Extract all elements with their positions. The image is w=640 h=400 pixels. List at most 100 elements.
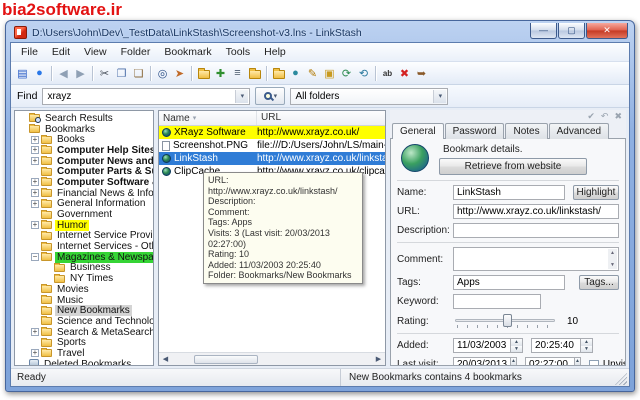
tree-item-general-information[interactable]: + General Information — [17, 198, 153, 209]
expander-icon[interactable]: + — [31, 199, 39, 208]
tree-item-search-metasearch[interactable]: + Search & MetaSearch — [17, 327, 153, 338]
expander-icon[interactable]: + — [31, 157, 39, 166]
titlebar[interactable]: D:\Users\John\Dev\_TestData\LinkStash\Sc… — [10, 21, 630, 42]
tree-item-ny-times[interactable]: NY Times — [17, 273, 153, 284]
tree-item-sports[interactable]: Sports — [17, 337, 153, 348]
menu-view[interactable]: View — [78, 44, 113, 60]
slider-thumb[interactable] — [503, 314, 512, 327]
tree-item-business[interactable]: Business — [17, 262, 153, 273]
validate-names-icon[interactable]: ab — [379, 64, 396, 82]
menu-folder[interactable]: Folder — [115, 44, 157, 60]
expander-icon[interactable]: + — [31, 189, 39, 198]
tree-item-magazines[interactable]: −Magazines & Newspapers online — [17, 251, 153, 263]
comment-scrollbar[interactable]: ▲ ▼ — [608, 249, 617, 269]
menu-edit[interactable]: Edit — [46, 44, 76, 60]
column-header-url[interactable]: URL — [257, 111, 385, 125]
menu-tools[interactable]: Tools — [220, 44, 257, 60]
expander-icon[interactable]: + — [31, 135, 39, 144]
browser-globe-icon[interactable]: ● — [287, 64, 304, 82]
unvisited-checkbox[interactable] — [588, 359, 599, 365]
scroll-left-icon[interactable]: ◀ — [159, 355, 172, 363]
tree-item-music[interactable]: Music — [17, 295, 153, 306]
tree-item-internet-services-other[interactable]: Internet Services - Other — [17, 241, 153, 252]
tree-item-computer-parts[interactable]: Computer Parts & Supplies — [17, 166, 153, 177]
back-icon[interactable]: ◀ — [55, 64, 72, 82]
help-ball-icon[interactable]: ● — [31, 64, 48, 82]
column-header-name[interactable]: Name ▾ — [159, 111, 257, 125]
forward-icon[interactable]: ▶ — [72, 64, 89, 82]
last-visit-time-spinner[interactable]: ▲▼ — [574, 357, 581, 365]
tags-field[interactable] — [453, 275, 565, 290]
find-input[interactable]: xrayz ▾ — [42, 87, 251, 105]
tree-item-isp[interactable]: Internet Service Providers — [17, 230, 153, 241]
paste-icon[interactable]: ❏ — [130, 64, 147, 82]
apply-check-icon[interactable]: ✔ — [587, 111, 595, 122]
tab-advanced[interactable]: Advanced — [548, 123, 610, 139]
tab-password[interactable]: Password — [444, 123, 505, 139]
tab-general[interactable]: General — [392, 123, 444, 139]
pin-icon[interactable]: ➤ — [171, 64, 188, 82]
scrollbar-thumb[interactable] — [194, 354, 258, 364]
export-package-icon[interactable]: ▣ — [321, 64, 338, 82]
expander-icon[interactable]: + — [31, 328, 39, 337]
rating-slider[interactable] — [455, 313, 555, 329]
resize-grip[interactable] — [615, 373, 627, 385]
list-row-xrayz[interactable]: XRayz Software http://www.xrayz.co.uk/ — [159, 126, 385, 139]
folder-options-icon[interactable] — [246, 64, 263, 82]
retrieve-from-website-button[interactable]: Retrieve from website — [439, 158, 587, 175]
exit-icon[interactable]: ➥ — [413, 64, 430, 82]
description-field[interactable] — [453, 223, 619, 238]
tree-item-new-bookmarks[interactable]: New Bookmarks — [17, 305, 153, 317]
tree-item-science-technology[interactable]: Science and Technology — [17, 316, 153, 327]
horizontal-scrollbar[interactable]: ◀ ▶ — [159, 352, 385, 365]
list-row-screenshot[interactable]: Screenshot.PNG file:///D:/Users/John/LS/… — [159, 139, 385, 152]
tree-item-computer-software[interactable]: +Computer Software & Freeware — [17, 177, 153, 188]
new-folder-icon[interactable] — [195, 64, 212, 82]
added-date-field[interactable] — [453, 338, 511, 353]
tree-item-books[interactable]: + Books — [17, 134, 153, 145]
menu-bookmark[interactable]: Bookmark — [158, 44, 217, 60]
last-visit-time-field[interactable] — [524, 357, 575, 365]
name-field[interactable] — [453, 185, 565, 200]
added-date-spinner[interactable]: ▲ ▼ — [511, 338, 523, 353]
cut-icon[interactable]: ✂ — [96, 64, 113, 82]
find-icon[interactable]: ◎ — [154, 64, 171, 82]
expander-icon[interactable]: + — [31, 146, 39, 155]
minimize-button[interactable]: — — [530, 23, 557, 39]
expander-icon[interactable]: + — [31, 221, 39, 230]
menu-help[interactable]: Help — [258, 44, 292, 60]
save-icon[interactable]: ▤ — [14, 64, 31, 82]
folder-scope-select[interactable]: All folders ▾ — [290, 87, 449, 105]
revert-globe-icon[interactable]: ⟲ — [355, 64, 372, 82]
refresh-globe-icon[interactable]: ⟳ — [338, 64, 355, 82]
tree-item-humor[interactable]: + Humor — [17, 219, 153, 231]
maximize-button[interactable]: ▢ — [558, 23, 585, 39]
url-field[interactable] — [453, 204, 619, 219]
expander-icon[interactable]: + — [31, 178, 39, 187]
chevron-down-icon[interactable]: ▾ — [235, 89, 249, 103]
sort-list-icon[interactable]: ≡ — [229, 64, 246, 82]
tree-item-travel[interactable]: + Travel — [17, 348, 153, 359]
copy-icon[interactable]: ❐ — [113, 64, 130, 82]
tab-notes[interactable]: Notes — [505, 123, 548, 139]
close-pane-icon[interactable]: ✖ — [614, 111, 622, 122]
last-visit-date-spinner[interactable]: ▲▼ — [511, 357, 517, 365]
add-bookmark-icon[interactable]: ✚ — [212, 64, 229, 82]
tags-button[interactable]: Tags... — [579, 275, 619, 290]
comment-field[interactable]: ▲ ▼ — [453, 247, 619, 271]
tree-item-government[interactable]: Government — [17, 209, 153, 220]
added-time-spinner[interactable]: ▲ ▼ — [581, 338, 593, 353]
highlight-button[interactable]: Highlight — [573, 185, 619, 200]
tree-item-computer-news[interactable]: +Computer News and Information — [17, 156, 153, 167]
edit-pen-icon[interactable]: ✎ — [304, 64, 321, 82]
delete-icon[interactable]: ✖ — [396, 64, 413, 82]
undo-icon[interactable]: ↶ — [601, 111, 609, 122]
tree-item-movies[interactable]: Movies — [17, 284, 153, 295]
import-folder-icon[interactable] — [270, 64, 287, 82]
keyword-field[interactable] — [453, 294, 541, 309]
tree-item-computer-help-sites[interactable]: + Computer Help Sites — [17, 145, 153, 156]
added-time-field[interactable] — [531, 338, 581, 353]
expander-icon[interactable]: − — [31, 253, 39, 262]
chevron-down-icon[interactable]: ▾ — [433, 89, 447, 103]
last-visit-date-field[interactable] — [453, 357, 511, 365]
